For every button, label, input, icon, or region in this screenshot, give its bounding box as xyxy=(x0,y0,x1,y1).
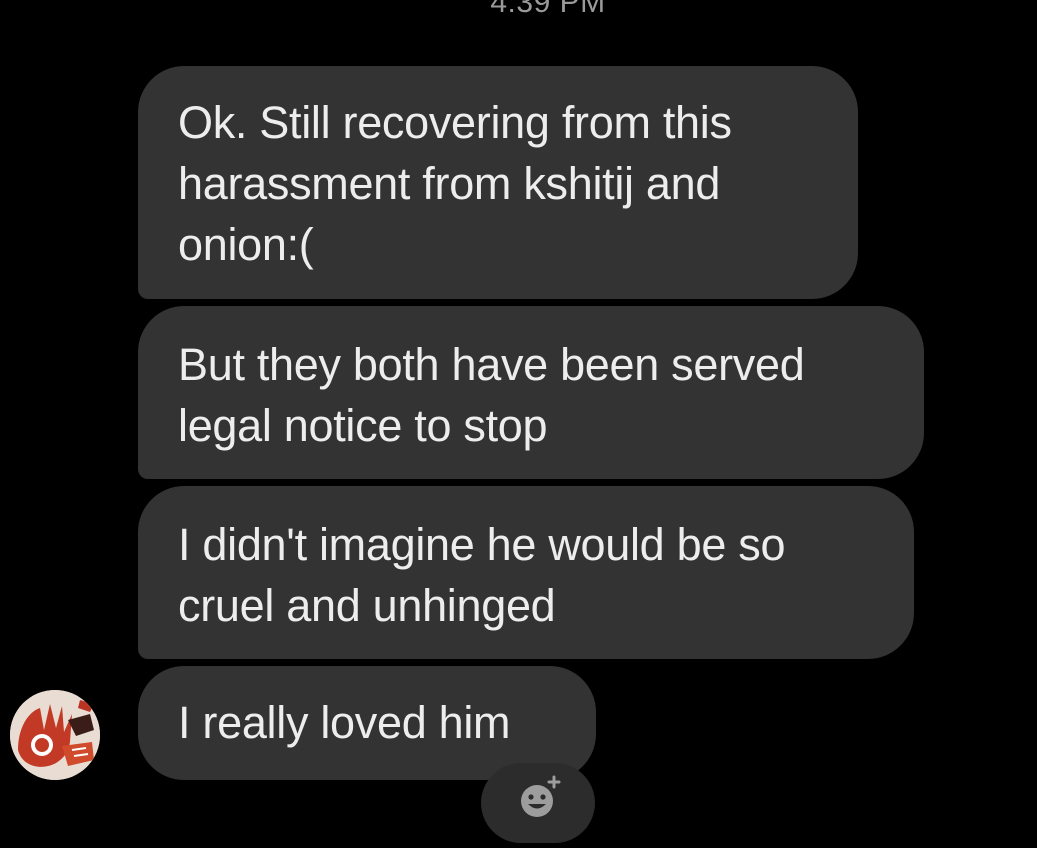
add-reaction-button[interactable] xyxy=(481,763,595,843)
message-bubble[interactable]: I didn't imagine he would be so cruel an… xyxy=(138,486,914,659)
message-line: I didn't imagine he would be so xyxy=(178,519,786,570)
message-line: onion:( xyxy=(178,219,314,270)
message-line: cruel and unhinged xyxy=(178,580,556,631)
message-line: harassment from kshitij and xyxy=(178,158,721,209)
message-line: But they both have been served xyxy=(178,339,805,390)
profile-picture-icon xyxy=(10,690,100,780)
sender-avatar[interactable] xyxy=(10,690,100,780)
message-bubble[interactable]: But they both have been served legal not… xyxy=(138,306,924,479)
message-line: I really loved him xyxy=(178,697,511,748)
message-bubble[interactable]: Ok. Still recovering from this harassmen… xyxy=(138,66,858,299)
add-reaction-icon xyxy=(521,775,561,817)
message-line: legal notice to stop xyxy=(178,400,548,451)
message-timestamp: 4:39 PM xyxy=(490,0,606,19)
message-line: Ok. Still recovering from this xyxy=(178,97,732,148)
